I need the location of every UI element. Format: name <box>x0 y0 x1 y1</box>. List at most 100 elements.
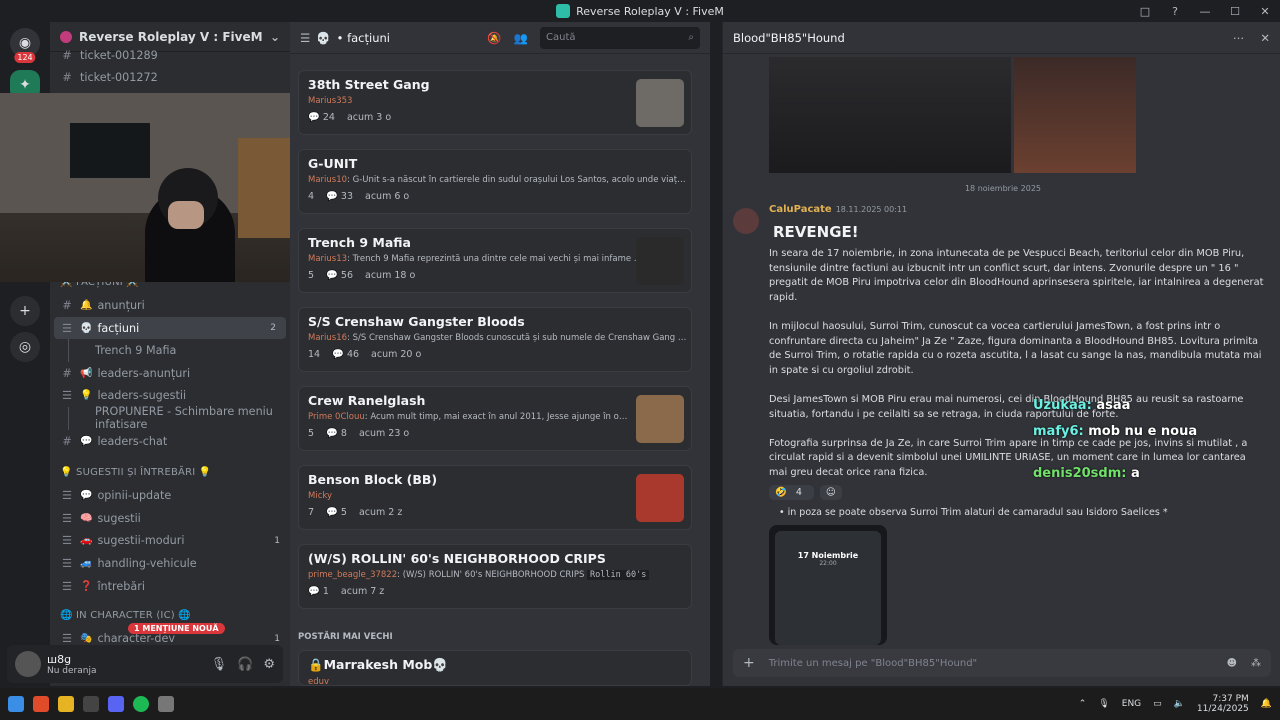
avatar[interactable] <box>733 208 759 234</box>
category-sugestii[interactable]: 💡 SUGESTII ȘI ÎNTREBĂRI 💡 <box>50 460 290 484</box>
guild-icon <box>60 30 72 43</box>
maximize-button[interactable]: ☐ <box>1220 5 1250 18</box>
hash-icon: # <box>62 71 72 85</box>
channel-handling-vehicule[interactable]: ☰ 🚙 handling-vehicule <box>50 552 290 575</box>
post-time: acum 20 o <box>371 349 422 360</box>
post-author: eduv <box>308 677 330 687</box>
discover-icon[interactable]: ◎ <box>10 332 40 362</box>
channel-ticket[interactable]: # ticket-001272 <box>50 67 290 90</box>
more-options-icon[interactable]: ⋯ <box>1233 31 1245 45</box>
channel-factiuni[interactable]: ☰ 💀 facțiuni 2 <box>54 316 286 340</box>
forum-title: • facțiuni <box>336 30 390 45</box>
forum-post[interactable]: G-UNIT Marius10: G-Unit s-a născut în ca… <box>298 149 692 214</box>
add-reaction-icon[interactable]: ☺ <box>819 484 842 500</box>
folder-icon[interactable] <box>58 696 74 712</box>
microphone-icon[interactable]: 🎙 <box>1098 699 1109 709</box>
forum-icon: ☰ <box>61 534 73 548</box>
attachment-image[interactable] <box>769 57 1011 173</box>
thread-propunere[interactable]: PROPUNERE - Schimbare meniu infatisare <box>68 405 290 431</box>
spotify-icon[interactable] <box>133 696 149 712</box>
emoji-icon[interactable]: ☻ <box>1227 658 1237 669</box>
post-title: 38th Street Gang <box>308 77 430 92</box>
channel-leaders-anunturi[interactable]: # 📢 leaders-anunțuri <box>50 362 290 385</box>
members-icon[interactable]: 👥 <box>514 31 528 45</box>
headphones-icon[interactable]: 🎧 <box>237 657 253 672</box>
chevron-up-icon[interactable]: ⌃ <box>1079 699 1087 709</box>
add-attachment-icon[interactable]: + <box>743 655 755 671</box>
discord-icon[interactable] <box>108 696 124 712</box>
avatar[interactable] <box>15 651 41 677</box>
thread-trench-9-mafia[interactable]: Trench 9 Mafia <box>68 339 290 362</box>
forum-icon: ☰ <box>61 632 73 646</box>
notification-icon[interactable]: 🔔 <box>1261 699 1272 709</box>
forum-post[interactable]: (W/S) ROLLIN' 60's NEIGHBORHOOD CRIPS pr… <box>298 544 692 609</box>
forum-panel: ☰ 💀 • facțiuni 🔕 👥 Caută ⌕ 38th Street Ga… <box>290 22 710 687</box>
attachment-image[interactable] <box>1014 57 1136 173</box>
channel-leaders-sugestii[interactable]: ☰ 💡 leaders-sugestii <box>50 385 290 408</box>
forum-post[interactable]: Benson Block (BB) Micky 7 💬 5 acum 2 z <box>298 465 692 530</box>
post-excerpt: S/S Crenshaw Gangster Bloods cunoscută ș… <box>352 333 688 343</box>
channel-sugestii-moduri[interactable]: ☰ 🚗 sugestii-moduri 1 <box>50 530 290 553</box>
stream-chat-line: mafy6: mob nu e noua <box>1033 424 1198 439</box>
reaction-laugh[interactable]: 🤣 4 <box>769 484 814 500</box>
post-reactions: 5 <box>308 428 315 439</box>
user-status: Nu deranja <box>47 665 97 676</box>
forum-post[interactable]: Crew Ranelglash Prime 0Clouu: Acum mult … <box>298 386 692 451</box>
user-name: ш8ց <box>47 652 72 666</box>
forum-post[interactable]: 🔒Marrakesh Mob💀 eduv <box>298 650 692 687</box>
inbox-icon[interactable]: □ <box>1130 5 1160 18</box>
new-mention-pill[interactable]: 1 MENȚIUNE NOUĂ <box>128 623 225 634</box>
message-body: In seara de 17 noiembrie, in zona intune… <box>769 248 1264 478</box>
app-icon[interactable] <box>83 696 99 712</box>
message-heading: REVENGE! <box>773 223 859 241</box>
post-title: 🔒Marrakesh Mob💀 <box>308 657 448 672</box>
post-title: G-UNIT <box>308 156 358 171</box>
apps-icon[interactable]: ⁂ <box>1251 658 1261 669</box>
channel-anunturi[interactable]: # 🔔 anunțuri <box>50 294 290 317</box>
channel-sugestii[interactable]: ☰ 🧠 sugestii <box>50 507 290 530</box>
notification-off-icon[interactable]: 🔕 <box>487 31 501 45</box>
gear-icon[interactable]: ⚙ <box>263 657 275 672</box>
volume-icon[interactable]: 🔈 <box>1174 699 1185 709</box>
language-indicator[interactable]: ENG <box>1122 699 1141 709</box>
search-input[interactable]: Caută ⌕ <box>540 26 700 49</box>
post-reactions: 14 <box>308 349 321 360</box>
network-icon[interactable]: ▭ <box>1153 699 1162 709</box>
message-author[interactable]: CaluPacate <box>769 204 832 215</box>
app-logo-icon <box>556 4 571 18</box>
webcam-overlay <box>0 93 337 282</box>
post-reactions: 5 <box>308 270 315 281</box>
clock[interactable]: 7:37 PM 11/24/2025 <box>1197 694 1249 714</box>
post-replies: 💬 33 <box>326 191 353 202</box>
forum-icon: ☰ <box>61 579 73 593</box>
post-time: acum 2 z <box>358 507 403 518</box>
message-input[interactable]: + Trimite un mesaj pe "Blood"BH85"Hound"… <box>733 649 1271 677</box>
close-button[interactable]: ✕ <box>1250 5 1280 18</box>
post-excerpt: Acum mult timp, mai exact în anul 2011, … <box>370 412 628 422</box>
forum-post[interactable]: Trench 9 Mafia Marius13: Trench 9 Mafia … <box>298 228 692 293</box>
post-replies: 💬 5 <box>326 507 347 518</box>
forum-icon: ☰ <box>61 389 73 403</box>
minimize-button[interactable]: — <box>1190 5 1220 18</box>
reactions: 🤣 4 ☺ <box>769 484 1263 500</box>
channel-leaders-chat[interactable]: # 💬 leaders-chat <box>50 430 290 453</box>
channel-opinii-update[interactable]: ☰ 💬 opinii-update <box>50 484 290 507</box>
post-time: acum 6 o <box>365 191 410 202</box>
post-tag: Rollin 60's <box>587 570 650 580</box>
forum-post[interactable]: S/S Crenshaw Gangster Bloods Marius16: S… <box>298 307 692 372</box>
help-icon[interactable]: ? <box>1160 5 1190 18</box>
channel-ticket[interactable]: # ticket-001289 <box>50 44 290 67</box>
app-icon[interactable] <box>158 696 174 712</box>
browser-icon[interactable] <box>33 696 49 712</box>
close-icon[interactable]: ✕ <box>1260 31 1270 45</box>
forum-icon: ☰ <box>61 321 73 335</box>
post-time: acum 23 o <box>358 428 410 439</box>
start-icon[interactable] <box>8 696 24 712</box>
microphone-icon[interactable]: 🎙 <box>211 657 228 672</box>
add-server-icon[interactable]: + <box>10 296 40 326</box>
forum-post[interactable]: 38th Street Gang Marius353 💬 24 acum 3 o <box>298 70 692 135</box>
home-button[interactable]: ◉ 124 <box>10 28 40 63</box>
attachment-image[interactable]: 17 Noiembrie 22:00 <box>769 525 887 645</box>
unread-badge: 124 <box>14 52 36 63</box>
channel-intrebari[interactable]: ☰ ❓ întrebări <box>50 575 290 598</box>
